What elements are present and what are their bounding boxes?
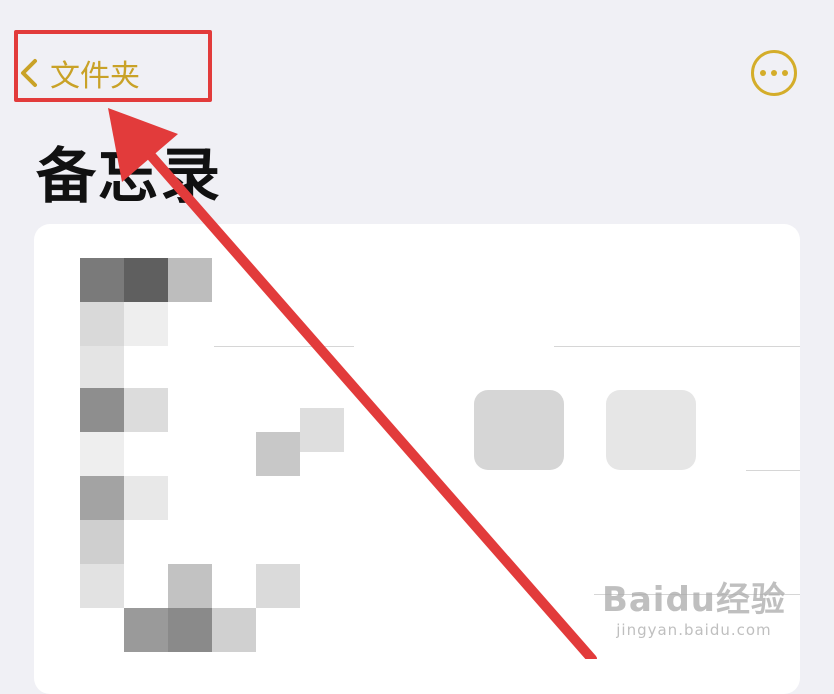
mosaic-block xyxy=(124,302,168,346)
mosaic-block xyxy=(256,432,300,476)
mosaic-block xyxy=(124,608,168,652)
ellipsis-dot xyxy=(760,70,766,76)
more-options-button[interactable] xyxy=(751,50,797,96)
mosaic-block xyxy=(256,564,300,608)
mosaic-block xyxy=(80,346,124,390)
mosaic-block xyxy=(80,564,124,608)
baidu-watermark: Baidu经验 jingyan.baidu.com xyxy=(602,572,786,639)
mosaic-block xyxy=(80,258,124,302)
row-divider xyxy=(554,346,800,347)
ellipsis-dot xyxy=(782,70,788,76)
mosaic-block xyxy=(124,258,168,302)
mosaic-block xyxy=(606,390,696,470)
watermark-url: jingyan.baidu.com xyxy=(616,621,772,639)
mosaic-block xyxy=(80,520,124,564)
annotation-highlight-box xyxy=(14,30,212,102)
row-divider xyxy=(746,470,800,471)
ellipsis-dot xyxy=(771,70,777,76)
mosaic-block xyxy=(168,564,212,608)
mosaic-block xyxy=(474,390,564,470)
row-divider xyxy=(214,346,354,347)
mosaic-block xyxy=(124,388,168,432)
mosaic-block xyxy=(212,608,256,652)
mosaic-block xyxy=(80,476,124,520)
mosaic-block xyxy=(168,608,212,652)
mosaic-block xyxy=(168,258,212,302)
page-title: 备忘录 xyxy=(36,142,222,212)
mosaic-block xyxy=(124,476,168,520)
watermark-brand: Baidu经验 xyxy=(601,580,786,620)
mosaic-block xyxy=(80,432,124,476)
mosaic-block xyxy=(80,302,124,346)
mosaic-block xyxy=(80,388,124,432)
mosaic-block xyxy=(300,408,344,452)
